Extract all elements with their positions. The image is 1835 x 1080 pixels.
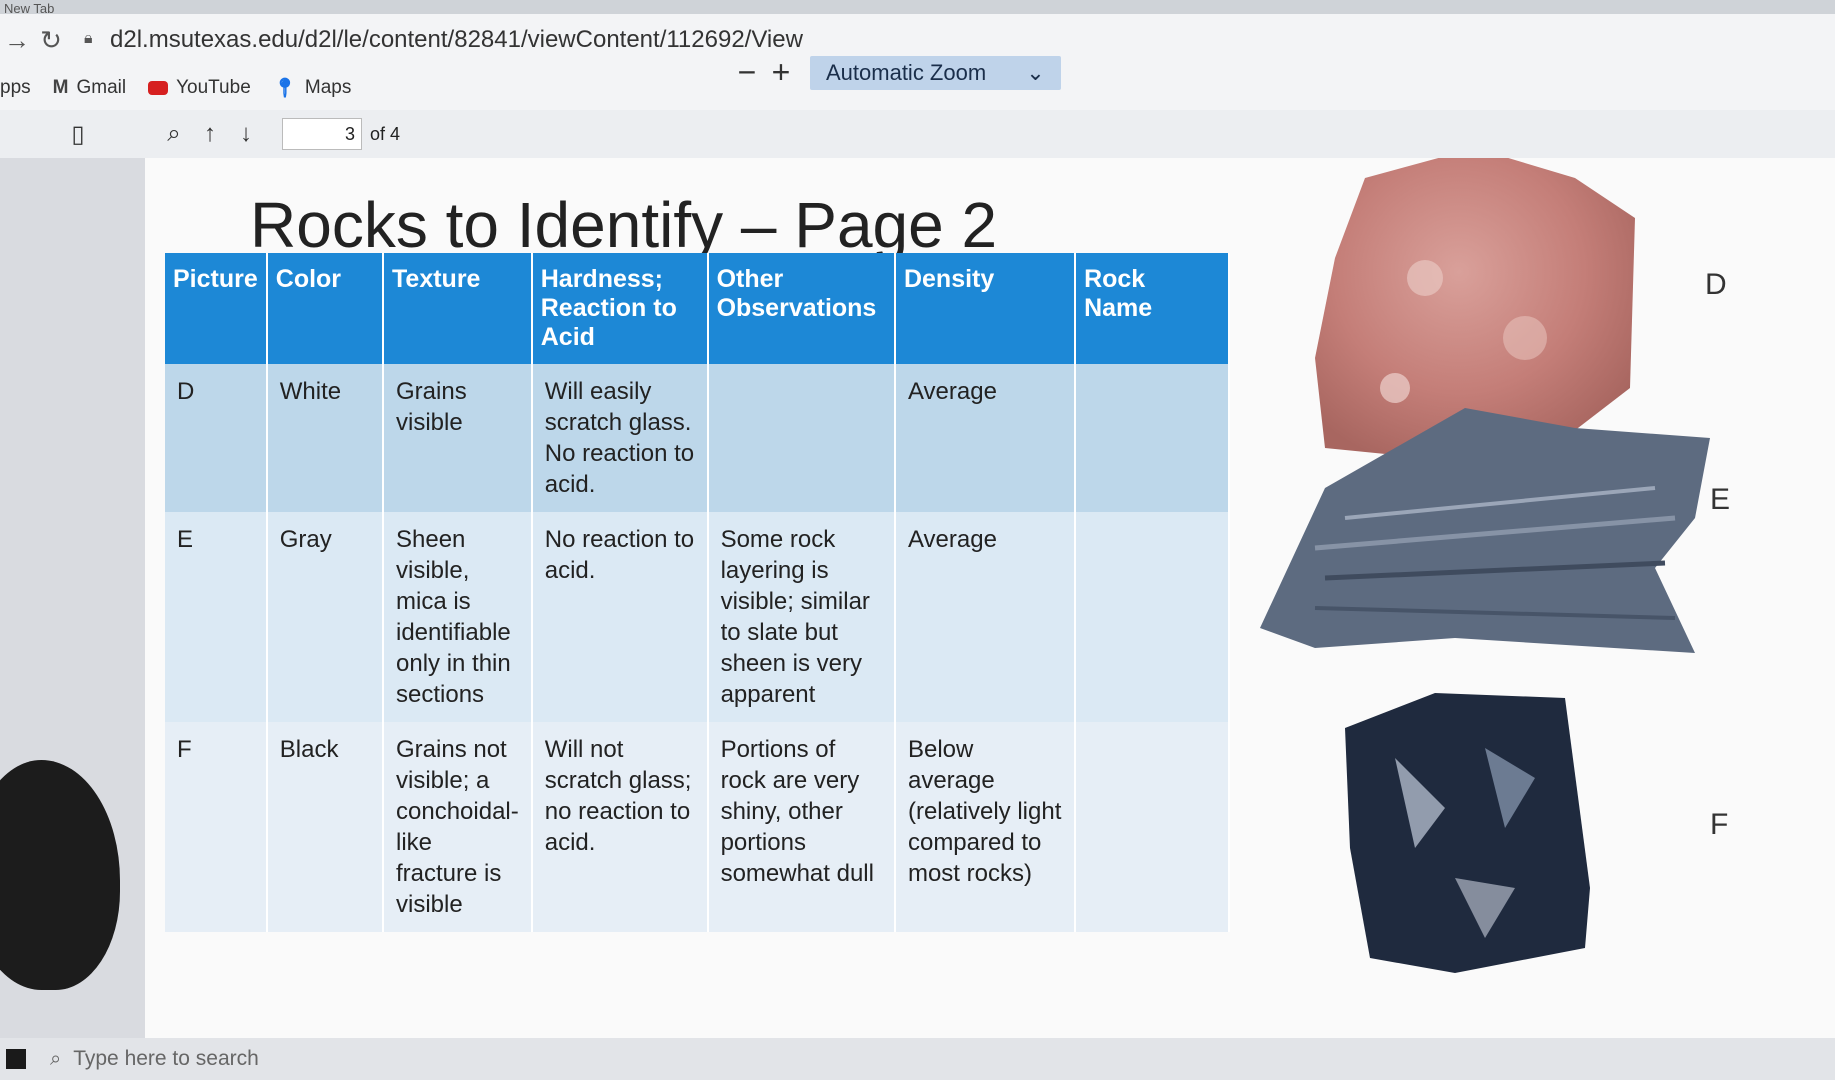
- page-total: of 4: [370, 123, 401, 144]
- search-icon: ⌕: [50, 1047, 62, 1070]
- table-header-row: Picture Color Texture Hardness; Reaction…: [165, 253, 1230, 364]
- rock-table: Picture Color Texture Hardness; Reaction…: [165, 253, 1230, 932]
- header-density: Density: [894, 253, 1077, 364]
- cell-hardness: Will not scratch glass; no reaction to a…: [531, 722, 709, 932]
- zoom-in-button[interactable]: +: [764, 54, 798, 91]
- rock-label-d: D: [1705, 268, 1727, 301]
- pdf-toolbar: ▯ ⌕ ↑ ↓ 3 of 4: [0, 110, 1835, 158]
- zoom-out-button[interactable]: −: [730, 54, 764, 91]
- pdf-page: Rocks to Identify – Page 2 Picture Color…: [145, 148, 1835, 1038]
- taskbar: ⌕ Type here to search: [0, 1038, 1835, 1080]
- sidebar-toggle-icon[interactable]: ▯: [60, 116, 96, 152]
- rock-image-e: [1255, 398, 1715, 663]
- cell-texture: Grains not visible; a conchoidal-like fr…: [383, 722, 533, 932]
- youtube-icon: [148, 81, 169, 95]
- cell-picture: D: [165, 364, 268, 512]
- cell-texture: Grains visible: [383, 364, 533, 512]
- bookmark-label: pps: [0, 77, 31, 98]
- zoom-select[interactable]: Automatic Zoom ⌄: [810, 55, 1061, 90]
- cell-picture: F: [165, 722, 268, 932]
- rock-e-photo: [1260, 408, 1710, 653]
- maps-icon: 📍︎: [272, 78, 297, 99]
- cell-density: Average: [894, 512, 1077, 722]
- header-hardness: Hardness; Reaction to Acid: [531, 253, 709, 364]
- tab-strip: New Tab: [0, 0, 1835, 16]
- cell-texture: Sheen visible, mica is identifiable only…: [383, 512, 533, 722]
- rock-f-photo: [1345, 693, 1590, 973]
- bookmark-label: YouTube: [176, 77, 251, 98]
- rock-label-f: F: [1710, 808, 1729, 841]
- cell-hardness: No reaction to acid.: [531, 512, 709, 722]
- chevron-down-icon: ⌄: [1026, 59, 1045, 85]
- header-rock-name: Rock Name: [1075, 253, 1230, 364]
- cell-density: Average: [894, 364, 1077, 512]
- table-row: E Gray Sheen visible, mica is identifiab…: [165, 512, 1230, 722]
- cell-hardness: Will easily scratch glass. No reaction t…: [531, 364, 709, 512]
- cell-color: White: [266, 364, 385, 512]
- next-page-icon[interactable]: ↓: [228, 116, 264, 152]
- windows-start-icon[interactable]: [6, 1049, 26, 1069]
- url-field[interactable]: d2l.msutexas.edu/d2l/le/content/82841/vi…: [110, 26, 803, 54]
- page-number-input[interactable]: 3: [282, 118, 362, 150]
- forward-icon[interactable]: →: [0, 23, 34, 57]
- header-picture: Picture: [165, 253, 268, 364]
- reload-icon[interactable]: ↻: [34, 23, 68, 57]
- cell-density: Below average (relatively light compared…: [894, 722, 1077, 932]
- bookmark-label: Maps: [304, 77, 352, 98]
- table-row: F Black Grains not visible; a conchoidal…: [165, 722, 1230, 932]
- header-observations: Other Observations: [707, 253, 896, 364]
- zoom-controls: − + Automatic Zoom ⌄: [730, 54, 1061, 91]
- bookmark-apps[interactable]: pps: [0, 77, 31, 99]
- page-title: Rocks to Identify – Page 2: [250, 189, 998, 261]
- taskbar-search[interactable]: ⌕ Type here to search: [50, 1047, 259, 1071]
- lock-icon: 🔒︎: [84, 30, 93, 47]
- rock-image-f: [1335, 688, 1605, 983]
- taskbar-search-placeholder: Type here to search: [73, 1047, 259, 1070]
- bookmark-gmail[interactable]: M Gmail: [53, 77, 126, 99]
- gmail-icon: M: [52, 77, 69, 98]
- document-viewer[interactable]: Rocks to Identify – Page 2 Picture Color…: [0, 148, 1835, 1038]
- header-color: Color: [266, 253, 385, 364]
- cell-color: Black: [266, 722, 385, 932]
- previous-page-icon[interactable]: ↑: [192, 116, 228, 152]
- header-texture: Texture: [383, 253, 533, 364]
- cell-observations: Portions of rock are very shiny, other p…: [707, 722, 896, 932]
- cell-rock-name: [1075, 364, 1230, 512]
- cell-rock-name: [1075, 722, 1230, 932]
- table-row: D White Grains visible Will easily scrat…: [165, 364, 1230, 512]
- search-icon[interactable]: ⌕: [156, 116, 192, 152]
- cell-observations: Some rock layering is visible; similar t…: [707, 512, 896, 722]
- cell-rock-name: [1075, 512, 1230, 722]
- cell-observations: [707, 364, 896, 512]
- bookmark-maps[interactable]: 📍︎ Maps: [273, 76, 352, 100]
- bookmark-youtube[interactable]: YouTube: [148, 77, 251, 99]
- cell-picture: E: [165, 512, 268, 722]
- cell-color: Gray: [266, 512, 385, 722]
- zoom-select-label: Automatic Zoom: [826, 59, 987, 85]
- bookmark-label: Gmail: [76, 77, 127, 98]
- rock-label-e: E: [1710, 483, 1731, 516]
